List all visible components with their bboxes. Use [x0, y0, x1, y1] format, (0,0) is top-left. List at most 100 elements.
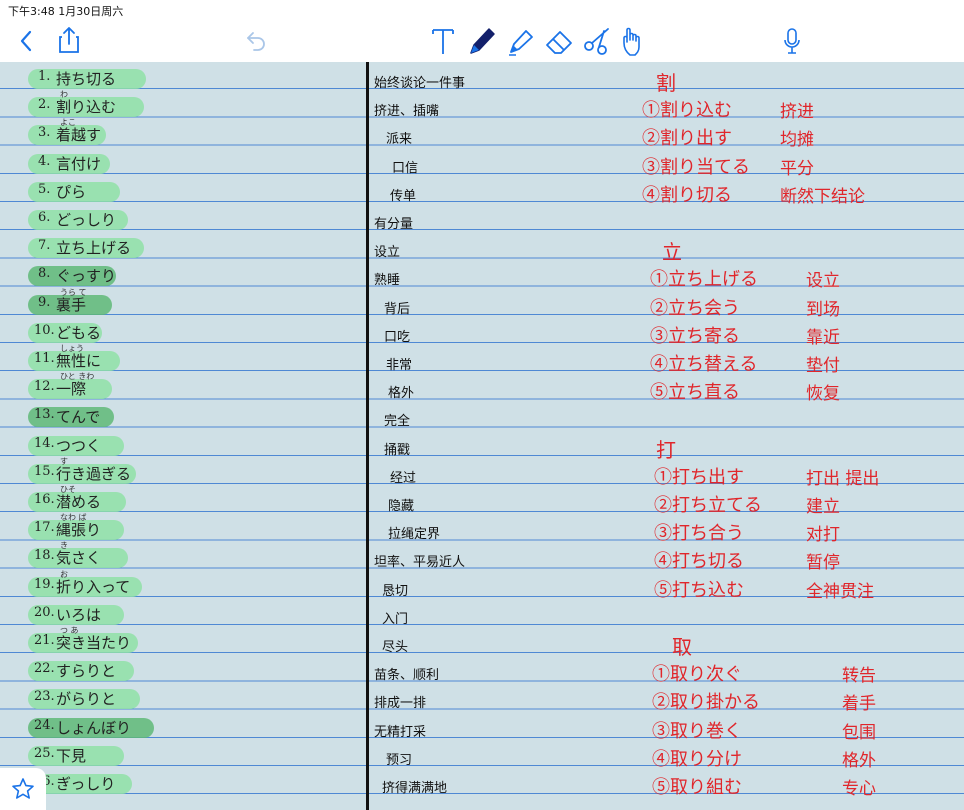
chinese-meaning: 预习 — [386, 752, 413, 768]
vocab-word: しょんぼり — [56, 718, 132, 737]
vocab-word: 言付け — [56, 154, 102, 173]
vocab-word: 着越す — [56, 126, 102, 145]
chinese-meaning: 熟睡 — [374, 273, 401, 289]
status-time-date: 下午3:48 1月30日周六 — [8, 5, 124, 18]
chinese-meaning: 排成一排 — [374, 696, 427, 712]
chinese-meaning: 挤得满满地 — [382, 781, 448, 796]
chinese-meaning: 非常 — [386, 358, 413, 373]
vocab-word: 突き当たり — [56, 634, 132, 652]
vocab-number: 4. — [38, 153, 51, 169]
vocab-number: 14. — [34, 435, 55, 451]
vocab-number: 25. — [34, 745, 55, 761]
vocab-word: がらりと — [56, 690, 117, 709]
vocab-number: 1. — [38, 69, 51, 84]
compound-verb: ④打ち切る — [654, 551, 744, 573]
section-heading: 打 — [656, 437, 676, 462]
verb-meaning: 包围 — [842, 722, 876, 743]
notebook-page[interactable]: 1. 持ち切るわ 2. 割り込む よこ 3. 着越す 4. 言付け 5. ぴら 6. どっしり 7. 立ち上… — [0, 62, 964, 810]
vocab-number: 5. — [38, 181, 51, 197]
chinese-meaning: 挤进、插嘴 — [374, 104, 440, 120]
vocab-number: 20. — [34, 604, 55, 620]
vocab-word: ぐっすり — [56, 267, 117, 286]
favorite-star-icon[interactable] — [0, 768, 46, 810]
chinese-meaning: 隐藏 — [388, 499, 415, 514]
vocab-number: 12. — [34, 379, 55, 395]
vocab-number: 16. — [34, 492, 55, 507]
verb-meaning: 均摊 — [780, 130, 814, 151]
share-icon[interactable] — [56, 25, 82, 55]
compound-verb: ③割り当てる — [642, 156, 750, 178]
text-tool-icon[interactable] — [430, 25, 456, 57]
vocab-word: 割り込む — [56, 98, 117, 117]
chinese-meaning: 完全 — [384, 414, 411, 430]
eraser-icon[interactable] — [543, 26, 575, 56]
highlighter-icon[interactable] — [505, 24, 537, 58]
chinese-meaning: 拉绳定界 — [388, 527, 441, 543]
chinese-meaning: 尽头 — [382, 640, 409, 655]
hand-icon[interactable] — [619, 24, 649, 58]
vocab-word: 潜める — [56, 493, 102, 511]
chinese-meaning: 口吃 — [384, 329, 411, 345]
vocab-word: 気さく — [56, 549, 102, 568]
undo-icon[interactable] — [243, 29, 269, 53]
chinese-meaning: 无精打采 — [374, 724, 427, 740]
vocab-number: 24. — [34, 717, 55, 733]
verb-meaning: 挤进 — [780, 102, 814, 123]
compound-verb: ②打ち立てる — [654, 495, 762, 516]
vocab-word: 持ち切る — [56, 70, 117, 88]
chinese-meaning: 捅戳 — [384, 442, 411, 458]
vocab-word: 折り入って — [56, 577, 131, 596]
vocab-word: ぎっしり — [56, 775, 116, 793]
compound-verb: ①取り次ぐ — [652, 664, 742, 686]
vocab-word: 裏手 — [56, 295, 87, 314]
compound-verb: ①立ち上げる — [650, 269, 758, 291]
vocab-word: 立ち上げる — [56, 239, 132, 258]
vocab-word: 無性に — [56, 352, 102, 370]
toolbar — [0, 20, 964, 62]
vocab-number: 17. — [34, 520, 55, 536]
verb-meaning: 专心 — [842, 779, 876, 799]
vocab-number: 8. — [38, 266, 51, 282]
vocab-word: すらりと — [56, 662, 117, 681]
vocab-word: いろは — [56, 605, 102, 624]
compound-verb: ④立ち替える — [650, 354, 758, 375]
verb-meaning: 垫付 — [806, 356, 840, 376]
chinese-meaning: 入门 — [382, 611, 409, 627]
compound-verb: ④取り分け — [652, 748, 742, 770]
verb-meaning: 着手 — [842, 694, 876, 715]
compound-verb: ②立ち会う — [650, 297, 740, 319]
vocab-number: 10. — [34, 322, 55, 338]
vocab-word: どっしり — [56, 211, 117, 229]
vocab-number: 9. — [38, 294, 51, 310]
verb-meaning: 到场 — [806, 299, 840, 320]
compound-verb: ②割り出す — [642, 128, 732, 150]
chinese-meaning: 有分量 — [374, 217, 414, 232]
vocab-word: 下見 — [56, 746, 87, 765]
pen-icon[interactable] — [466, 24, 498, 58]
verb-meaning: 全神贯注 — [806, 581, 874, 602]
vocab-number: 13. — [34, 407, 55, 423]
microphone-icon[interactable] — [780, 26, 804, 56]
vocab-number: 21. — [34, 633, 55, 648]
verb-meaning: 设立 — [806, 271, 840, 292]
vocab-number: 22. — [34, 661, 55, 677]
vocab-number: 19. — [34, 576, 55, 592]
back-icon[interactable] — [14, 28, 38, 54]
vocab-word: どもる — [56, 323, 102, 342]
chinese-meaning: 恳切 — [382, 583, 409, 599]
vocab-number: 15. — [34, 463, 55, 479]
verb-meaning: 打出 提出 — [806, 468, 880, 489]
section-heading: 立 — [662, 240, 682, 265]
compound-verb: ⑤立ち直る — [650, 382, 740, 404]
chinese-meaning: 派来 — [386, 132, 413, 148]
verb-meaning: 暂停 — [806, 553, 840, 574]
compound-verb: ④割り切る — [642, 184, 732, 206]
scissors-icon[interactable] — [581, 25, 613, 57]
compound-verb: ②取り掛かる — [652, 692, 760, 714]
compound-verb: ③立ち寄る — [650, 325, 740, 347]
column-divider — [366, 62, 369, 810]
chinese-meaning: 口信 — [392, 160, 419, 176]
vocab-number: 11. — [34, 351, 55, 366]
section-heading: 取 — [672, 635, 692, 659]
vocab-number: 23. — [34, 689, 55, 705]
